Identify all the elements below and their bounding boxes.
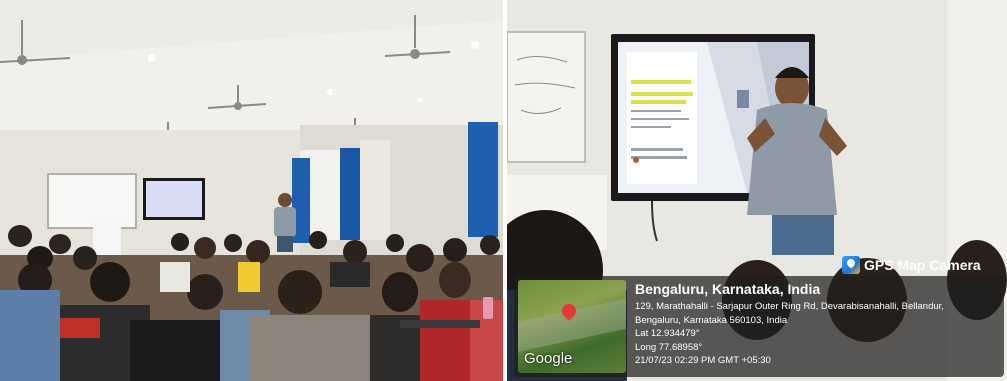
- timestamp: 21/07/23 02:29 PM GMT +05:30: [635, 355, 771, 366]
- map-thumbnail: Google: [518, 280, 626, 373]
- google-label: Google: [524, 350, 573, 367]
- gps-text-block: Bengaluru, Karnataka, India 129, Maratha…: [635, 281, 998, 368]
- location-title: Bengaluru, Karnataka, India: [635, 281, 821, 297]
- classroom-photo: [0, 0, 503, 381]
- address-line-2: Bengaluru, Karnataka 560103, India: [635, 314, 788, 326]
- classroom-scene: [0, 0, 503, 381]
- longitude: Long 77.68958°: [635, 341, 703, 353]
- address-line-1: 129, Marathahalli - Sarjapur Outer Ring …: [635, 301, 944, 312]
- latitude: Lat 12.934479°: [635, 328, 700, 339]
- gps-map-camera-badge: GPS Map Camera: [842, 254, 981, 276]
- gps-badge-label: GPS Map Camera: [864, 257, 981, 273]
- map-camera-icon: [842, 256, 860, 274]
- map-pin-icon: [559, 301, 579, 321]
- gps-info-card: Google Bengaluru, Karnataka, India 129, …: [514, 276, 1004, 377]
